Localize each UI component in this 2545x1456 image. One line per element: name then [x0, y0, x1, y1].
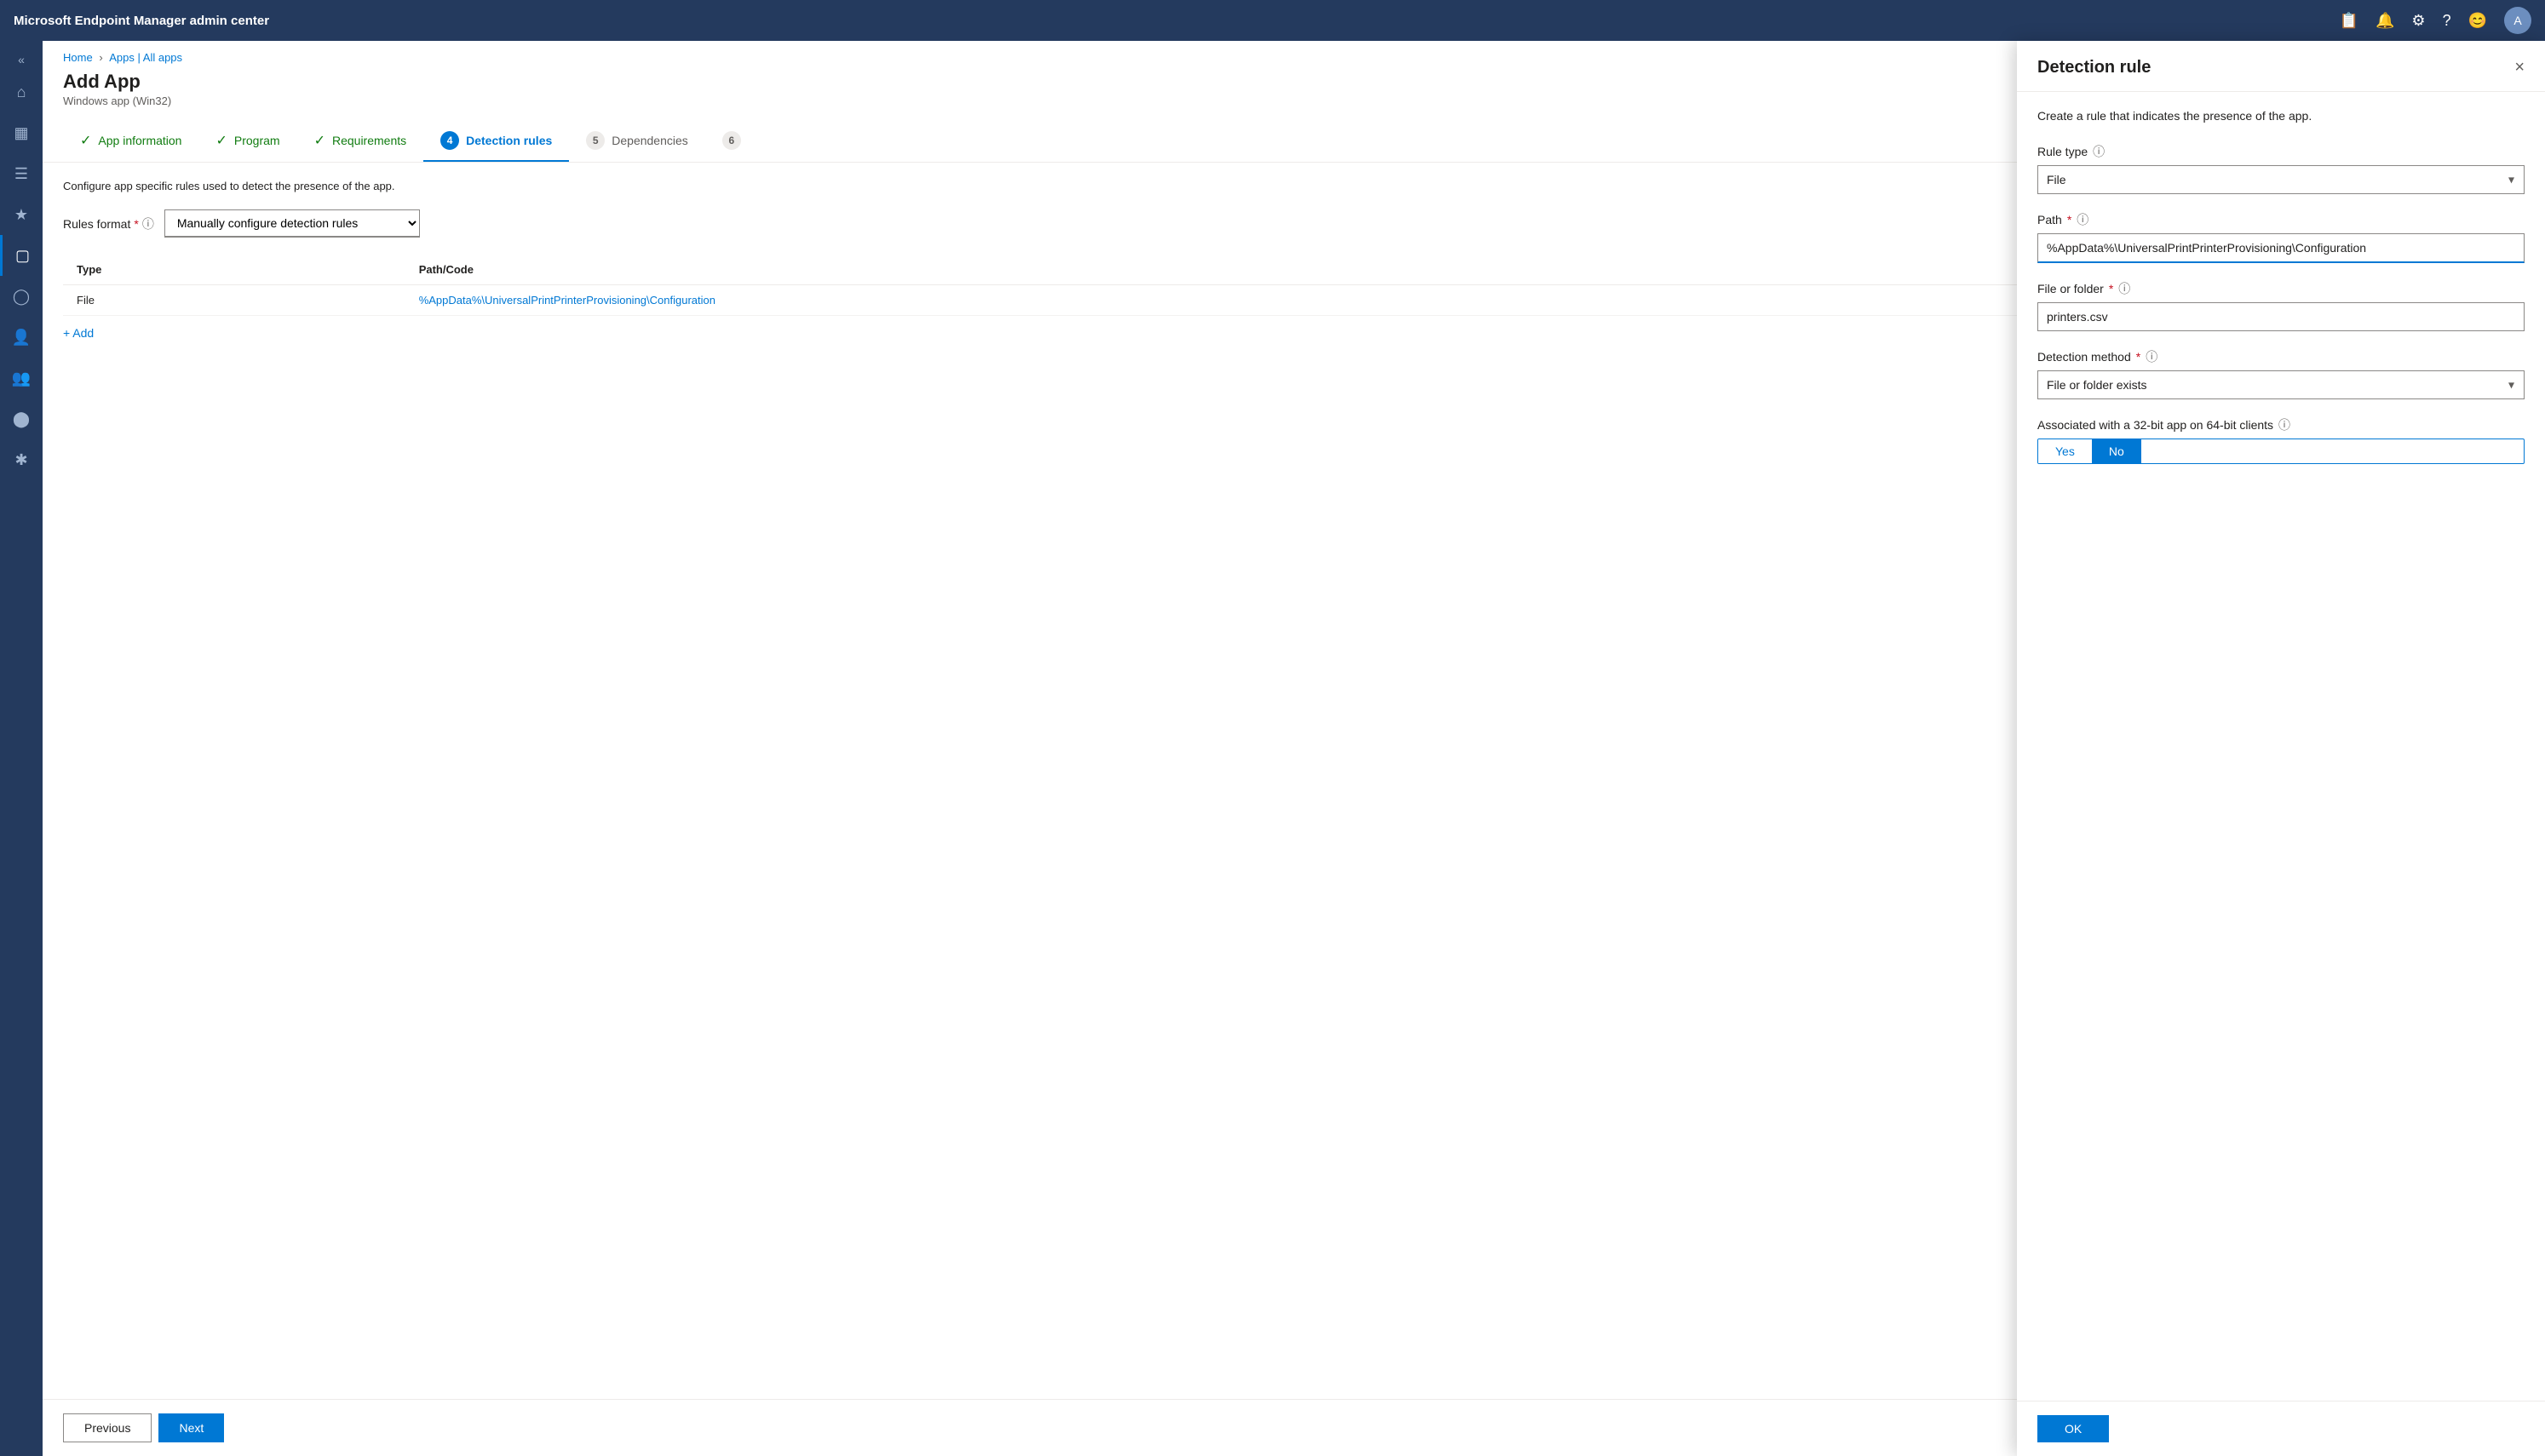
rules-format-info-icon[interactable]: ⓘ [142, 215, 154, 232]
path-info-icon[interactable]: ⓘ [2077, 211, 2088, 228]
detection-info-icon[interactable]: ⓘ [2146, 348, 2157, 365]
tab-label-3: Requirements [332, 134, 406, 147]
sidebar-item-circle[interactable]: ◯ [0, 276, 43, 317]
tab-label-4: Detection rules [466, 134, 552, 147]
tab-6[interactable]: 6 [705, 121, 758, 162]
rule-type-group: Rule type ⓘ File [2037, 143, 2525, 194]
user-icon: 👤 [12, 329, 31, 347]
clipboard-icon[interactable]: 📋 [2340, 12, 2358, 30]
avatar[interactable]: A [2504, 7, 2531, 34]
sidebar-item-list[interactable]: ☰ [0, 153, 43, 194]
detection-required: * [2136, 350, 2140, 364]
tab-label-1: App information [98, 134, 181, 147]
tab-number-6: 6 [722, 131, 741, 150]
path-group: Path * ⓘ [2037, 211, 2525, 263]
sidebar-collapse[interactable]: « [18, 48, 25, 72]
grid-icon: ▦ [14, 124, 28, 142]
rule-type-info-icon[interactable]: ⓘ [2093, 143, 2105, 160]
breadcrumb-sep1: › [99, 51, 106, 64]
apps-icon: ▢ [15, 247, 30, 265]
panel-footer: OK [2017, 1401, 2545, 1456]
breadcrumb-home[interactable]: Home [63, 51, 93, 64]
associated-32bit-group: Associated with a 32-bit app on 64-bit c… [2037, 416, 2525, 464]
sidebar-item-dashboard[interactable]: ⌂ [0, 72, 43, 112]
path-input[interactable] [2037, 233, 2525, 263]
sidebar-item-tools[interactable]: ✱ [0, 439, 43, 480]
path-label: Path * ⓘ [2037, 211, 2525, 228]
tools-icon: ✱ [14, 451, 27, 469]
star-icon: ★ [14, 206, 28, 224]
rules-format-select[interactable]: Manually configure detection rules [164, 209, 420, 238]
tab-label-5: Dependencies [612, 134, 688, 147]
row-type: File [63, 285, 405, 316]
feedback-icon[interactable]: 😊 [2468, 12, 2487, 30]
panel-close-button[interactable]: × [2514, 58, 2525, 77]
toggle-yes-button[interactable]: Yes [2038, 439, 2092, 463]
detection-method-select[interactable]: File or folder exists [2037, 370, 2525, 399]
rule-type-select[interactable]: File [2037, 165, 2525, 194]
tab-label-2: Program [234, 134, 280, 147]
circle-icon: ◯ [13, 288, 30, 306]
detection-method-group: Detection method * ⓘ File or folder exis… [2037, 348, 2525, 399]
sidebar-item-user[interactable]: 👤 [0, 317, 43, 358]
sidebar-item-hex[interactable]: ⬤ [0, 398, 43, 439]
tab-number-5: 5 [586, 131, 605, 150]
file-folder-required: * [2109, 282, 2113, 295]
add-rule-link[interactable]: + Add [63, 326, 94, 340]
rule-type-select-wrapper: File [2037, 165, 2525, 194]
topbar: Microsoft Endpoint Manager admin center … [0, 0, 2545, 41]
previous-button[interactable]: Previous [63, 1413, 152, 1442]
hex-icon: ⬤ [13, 410, 30, 428]
dashboard-icon: ⌂ [17, 83, 26, 101]
check-icon-3: ✓ [314, 132, 325, 149]
check-icon-1: ✓ [80, 132, 91, 149]
file-folder-group: File or folder * ⓘ [2037, 280, 2525, 331]
tab-app-information[interactable]: ✓ App information [63, 121, 198, 162]
tab-number-4: 4 [440, 131, 459, 150]
associated-info-icon[interactable]: ⓘ [2278, 416, 2290, 433]
tab-program[interactable]: ✓ Program [198, 121, 296, 162]
file-folder-input[interactable] [2037, 302, 2525, 331]
users-icon: 👥 [12, 370, 31, 387]
check-icon-2: ✓ [215, 132, 227, 149]
next-button[interactable]: Next [158, 1413, 224, 1442]
gear-icon[interactable]: ⚙ [2411, 12, 2425, 30]
row-path-link[interactable]: %AppData%\UniversalPrintPrinterProvision… [419, 294, 715, 307]
help-icon[interactable]: ? [2443, 12, 2451, 30]
panel-title: Detection rule [2037, 58, 2151, 77]
file-folder-label: File or folder * ⓘ [2037, 280, 2525, 297]
sidebar-item-favorites[interactable]: ★ [0, 194, 43, 235]
bell-icon[interactable]: 🔔 [2376, 12, 2394, 30]
detection-rule-panel: Detection rule × Create a rule that indi… [2017, 41, 2545, 1456]
rule-type-label: Rule type ⓘ [2037, 143, 2525, 160]
sidebar-item-users[interactable]: 👥 [0, 358, 43, 398]
breadcrumb-apps[interactable]: Apps | All apps [109, 51, 182, 64]
required-star: * [134, 217, 138, 231]
file-folder-info-icon[interactable]: ⓘ [2118, 280, 2130, 297]
associated-32bit-label: Associated with a 32-bit app on 64-bit c… [2037, 416, 2525, 433]
tab-requirements[interactable]: ✓ Requirements [297, 121, 424, 162]
sidebar: « ⌂ ▦ ☰ ★ ▢ ◯ 👤 👥 ⬤ ✱ [0, 41, 43, 1456]
panel-header: Detection rule × [2017, 41, 2545, 92]
detection-method-select-wrapper: File or folder exists [2037, 370, 2525, 399]
list-icon: ☰ [14, 165, 28, 183]
toggle-group: Yes No [2037, 439, 2525, 464]
tab-detection-rules[interactable]: 4 Detection rules [423, 121, 569, 162]
col-type: Type [63, 255, 405, 285]
tab-dependencies[interactable]: 5 Dependencies [569, 121, 705, 162]
app-title: Microsoft Endpoint Manager admin center [14, 14, 2340, 28]
sidebar-item-apps[interactable]: ▢ [0, 235, 43, 276]
path-required: * [2067, 213, 2071, 226]
toggle-no-button[interactable]: No [2092, 439, 2141, 463]
detection-method-label: Detection method * ⓘ [2037, 348, 2525, 365]
topbar-icons: 📋 🔔 ⚙ ? 😊 A [2340, 7, 2531, 34]
panel-body: Create a rule that indicates the presenc… [2017, 92, 2545, 1401]
sidebar-item-grid[interactable]: ▦ [0, 112, 43, 153]
ok-button[interactable]: OK [2037, 1415, 2109, 1442]
rules-format-label: Rules format * ⓘ [63, 215, 154, 232]
panel-description: Create a rule that indicates the presenc… [2037, 109, 2525, 123]
